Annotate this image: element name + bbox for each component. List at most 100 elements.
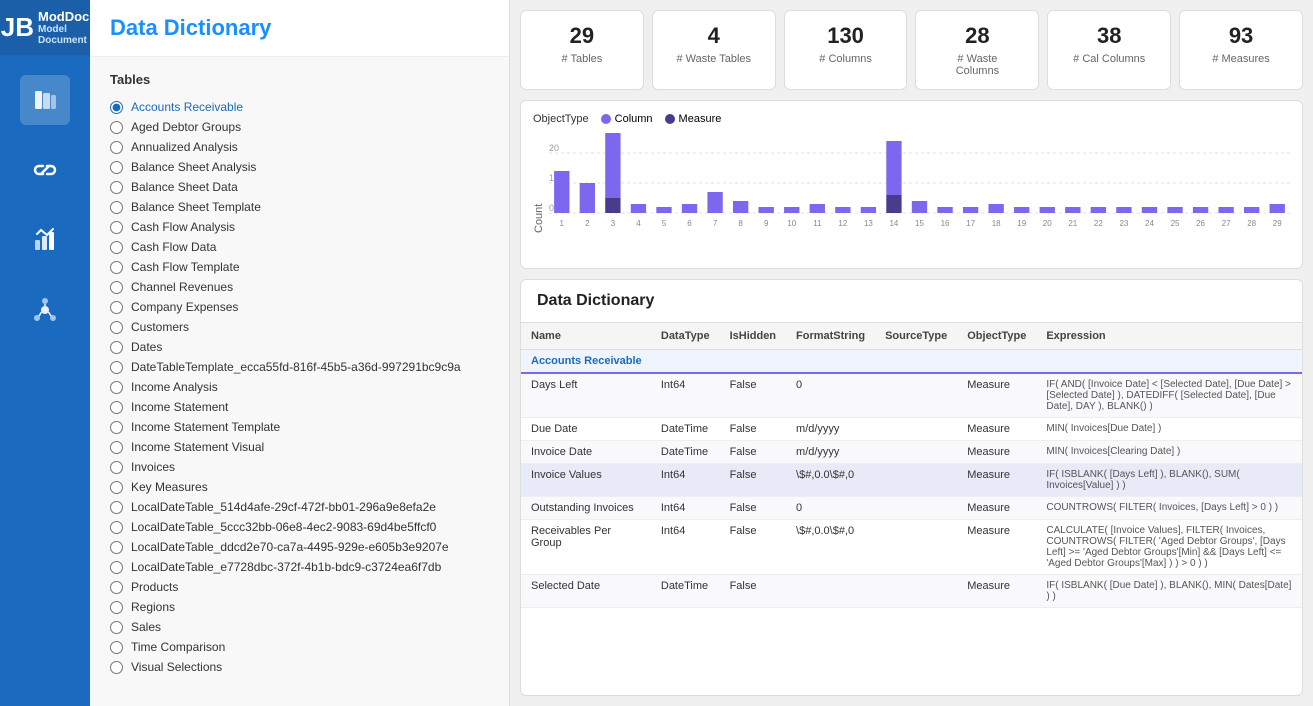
svg-text:14: 14 <box>889 219 898 228</box>
table-radio[interactable] <box>110 361 123 374</box>
table-col-header: FormatString <box>786 323 875 350</box>
main-content: 29# Tables4# Waste Tables130# Columns28#… <box>510 0 1313 706</box>
table-item[interactable]: Sales <box>110 617 489 637</box>
stat-number: 4 <box>673 23 755 49</box>
table-cell: Measure <box>957 464 1036 497</box>
table-radio[interactable] <box>110 141 123 154</box>
table-item[interactable]: Balance Sheet Analysis <box>110 157 489 177</box>
table-radio[interactable] <box>110 521 123 534</box>
table-item[interactable]: LocalDateTable_e7728dbc-372f-4b1b-bdc9-c… <box>110 557 489 577</box>
table-cell: Due Date <box>521 418 651 441</box>
logo-letters: JB <box>1 12 34 42</box>
table-cell: Measure <box>957 575 1036 608</box>
table-radio[interactable] <box>110 441 123 454</box>
table-cell: Measure <box>957 520 1036 575</box>
table-item[interactable]: Visual Selections <box>110 657 489 677</box>
sidebar-icon-books[interactable] <box>20 75 70 125</box>
svg-text:24: 24 <box>1145 219 1154 228</box>
table-cell: IF( ISBLANK( [Due Date] ), BLANK(), MIN(… <box>1036 575 1302 608</box>
table-item[interactable]: Cash Flow Template <box>110 257 489 277</box>
table-radio[interactable] <box>110 501 123 514</box>
table-item[interactable]: LocalDateTable_5ccc32bb-06e8-4ec2-9083-6… <box>110 517 489 537</box>
table-row: Receivables Per GroupInt64False\$#,0.0\$… <box>521 520 1302 575</box>
table-item[interactable]: Key Measures <box>110 477 489 497</box>
table-radio[interactable] <box>110 381 123 394</box>
table-radio[interactable] <box>110 121 123 134</box>
table-item[interactable]: Aged Debtor Groups <box>110 117 489 137</box>
table-radio[interactable] <box>110 481 123 494</box>
table-cell: Measure <box>957 373 1036 418</box>
table-item[interactable]: Cash Flow Data <box>110 237 489 257</box>
table-cell: COUNTROWS( FILTER( Invoices, [Days Left]… <box>1036 497 1302 520</box>
table-cell: Measure <box>957 418 1036 441</box>
table-label: LocalDateTable_e7728dbc-372f-4b1b-bdc9-c… <box>131 560 441 574</box>
table-radio[interactable] <box>110 401 123 414</box>
table-radio[interactable] <box>110 541 123 554</box>
table-radio[interactable] <box>110 581 123 594</box>
table-radio[interactable] <box>110 661 123 674</box>
table-item[interactable]: Income Statement Template <box>110 417 489 437</box>
table-item[interactable]: Channel Revenues <box>110 277 489 297</box>
table-cell: Measure <box>957 441 1036 464</box>
table-row: Days LeftInt64False0MeasureIF( AND( [Inv… <box>521 373 1302 418</box>
tables-list: Accounts ReceivableAged Debtor GroupsAnn… <box>110 97 489 677</box>
table-item[interactable]: Accounts Receivable <box>110 97 489 117</box>
table-label: Company Expenses <box>131 300 238 314</box>
table-item[interactable]: Balance Sheet Template <box>110 197 489 217</box>
table-cell: Outstanding Invoices <box>521 497 651 520</box>
table-label: Balance Sheet Analysis <box>131 160 256 174</box>
table-radio[interactable] <box>110 421 123 434</box>
table-cell: Days Left <box>521 373 651 418</box>
svg-text:11: 11 <box>813 219 822 228</box>
table-radio[interactable] <box>110 341 123 354</box>
table-radio[interactable] <box>110 321 123 334</box>
table-cell: \$#,0.0\$#,0 <box>786 464 875 497</box>
table-item[interactable]: Income Statement Visual <box>110 437 489 457</box>
table-item[interactable]: Invoices <box>110 457 489 477</box>
table-radio[interactable] <box>110 621 123 634</box>
table-label: Visual Selections <box>131 660 222 674</box>
table-label: Balance Sheet Template <box>131 200 261 214</box>
table-item[interactable]: LocalDateTable_514d4afe-29cf-472f-bb01-2… <box>110 497 489 517</box>
table-item[interactable]: Income Statement <box>110 397 489 417</box>
svg-text:20: 20 <box>549 143 559 153</box>
table-item[interactable]: Company Expenses <box>110 297 489 317</box>
table-item[interactable]: Products <box>110 577 489 597</box>
table-radio[interactable] <box>110 241 123 254</box>
table-item[interactable]: LocalDateTable_ddcd2e70-ca7a-4495-929e-e… <box>110 537 489 557</box>
table-radio[interactable] <box>110 161 123 174</box>
sidebar-icon-link[interactable] <box>20 145 70 195</box>
table-item[interactable]: Time Comparison <box>110 637 489 657</box>
table-cell: Invoice Date <box>521 441 651 464</box>
table-item[interactable]: Annualized Analysis <box>110 137 489 157</box>
table-item[interactable]: Cash Flow Analysis <box>110 217 489 237</box>
table-radio[interactable] <box>110 281 123 294</box>
table-radio[interactable] <box>110 201 123 214</box>
table-radio[interactable] <box>110 561 123 574</box>
sidebar: JB ModDoc Model Document <box>0 0 90 706</box>
table-item[interactable]: Dates <box>110 337 489 357</box>
svg-text:7: 7 <box>713 219 718 228</box>
table-item[interactable]: DateTableTemplate_ecca55fd-816f-45b5-a36… <box>110 357 489 377</box>
table-radio[interactable] <box>110 301 123 314</box>
table-item[interactable]: Regions <box>110 597 489 617</box>
table-radio[interactable] <box>110 601 123 614</box>
table-item[interactable]: Income Analysis <box>110 377 489 397</box>
tables-label: Tables <box>110 72 489 87</box>
table-item[interactable]: Customers <box>110 317 489 337</box>
table-item[interactable]: Balance Sheet Data <box>110 177 489 197</box>
svg-text:17: 17 <box>966 219 975 228</box>
sidebar-icon-network[interactable] <box>20 285 70 335</box>
table-radio[interactable] <box>110 461 123 474</box>
table-label: Invoices <box>131 460 175 474</box>
table-label: LocalDateTable_ddcd2e70-ca7a-4495-929e-e… <box>131 540 449 554</box>
table-body: Accounts ReceivableDays LeftInt64False0M… <box>521 350 1302 608</box>
table-radio[interactable] <box>110 221 123 234</box>
table-radio[interactable] <box>110 641 123 654</box>
data-table: NameDataTypeIsHiddenFormatStringSourceTy… <box>521 323 1302 608</box>
table-radio[interactable] <box>110 101 123 114</box>
sidebar-icon-chart[interactable] <box>20 215 70 265</box>
table-cell: DateTime <box>651 575 720 608</box>
table-radio[interactable] <box>110 261 123 274</box>
table-radio[interactable] <box>110 181 123 194</box>
